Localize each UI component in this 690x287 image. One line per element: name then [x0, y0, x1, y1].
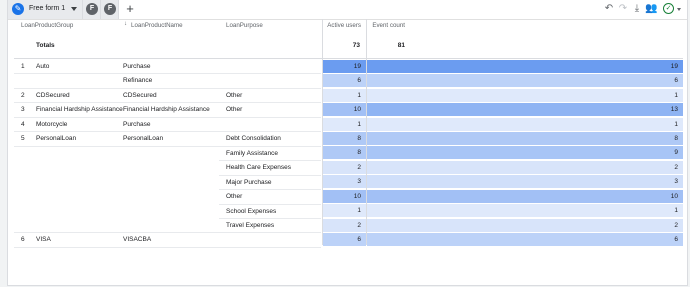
cell-loan-purpose: Other [226, 91, 243, 99]
tab-f-2-label: F [104, 3, 116, 15]
undo-icon[interactable]: ↶ [603, 3, 615, 15]
row-divider [14, 232, 321, 234]
cell-loan-purpose: Health Care Expenses [226, 164, 292, 172]
tab-free-form-1[interactable]: ✎ Free form 1 [8, 0, 83, 19]
cell-active-users: 2 [323, 218, 366, 232]
cell-event-count: 10 [367, 189, 683, 203]
cell-active-users: 6 [323, 74, 366, 88]
header-loan-product-name[interactable]: LoanProductName [131, 22, 183, 29]
cell-event-count: 2 [367, 160, 683, 174]
cell-loan-purpose: Family Assistance [226, 149, 279, 157]
cell-loan-product-name: CDSecured [123, 91, 157, 99]
row-divider [14, 116, 321, 118]
cell-active-users: 1 [323, 88, 366, 102]
cell-loan-product-group: PersonalLoan [36, 135, 77, 143]
row-divider [14, 246, 321, 248]
cell-event-count: 6 [367, 233, 683, 247]
cell-event-count: 19 [367, 59, 683, 73]
cell-active-users: 1 [323, 117, 366, 131]
cell-active-users: 10 [323, 189, 366, 203]
cell-event-count: 13 [367, 103, 683, 117]
cell-active-users: 6 [323, 233, 366, 247]
cell-active-users: 3 [323, 175, 366, 189]
totals-label: Totals [36, 42, 55, 49]
row-divider [219, 217, 321, 219]
cell-active-users: 1 [323, 204, 366, 218]
row-divider [219, 160, 321, 162]
cell-loan-purpose: Travel Expenses [226, 221, 275, 229]
redo-icon[interactable]: ↷ [617, 3, 629, 15]
cell-loan-product-name: PersonalLoan [123, 135, 164, 143]
cell-event-count: 6 [367, 74, 683, 88]
toolbar: ✎ Free form 1 F F + ↶ ↷ ⤓ 👥 ✓ [8, 0, 687, 20]
tab-f-1[interactable]: F [83, 0, 101, 19]
cell-loan-product-name: Purchase [123, 120, 151, 128]
cell-loan-product-group: Auto [36, 63, 50, 70]
row-index: 4 [21, 120, 25, 128]
totals-event-count: 81 [397, 42, 405, 49]
header-event-count[interactable]: Event count [367, 22, 405, 29]
share-icon[interactable]: 👥 [645, 3, 657, 15]
cell-event-count: 1 [367, 204, 683, 218]
download-icon[interactable]: ⤓ [631, 3, 643, 15]
row-divider [14, 73, 321, 75]
sort-arrow-icon[interactable]: ↓ [124, 21, 127, 27]
cell-loan-purpose: Debt Consolidation [226, 135, 281, 143]
cell-loan-product-name: Refinance [123, 77, 153, 85]
cell-loan-product-group: Financial Hardship Assistance [36, 106, 123, 114]
row-index: 2 [21, 91, 25, 99]
row-divider [14, 102, 321, 104]
cell-event-count: 1 [367, 88, 683, 102]
row-index: 3 [21, 106, 25, 114]
tab-label: Free form 1 [29, 5, 66, 12]
row-index: 5 [21, 135, 25, 143]
row-divider [219, 203, 321, 205]
header-loan-product-group[interactable]: LoanProductGroup [21, 22, 73, 29]
cell-loan-product-name: Financial Hardship Assistance [123, 106, 210, 114]
header-loan-purpose[interactable]: LoanPurpose [226, 22, 263, 29]
chevron-down-icon[interactable] [71, 7, 77, 11]
cell-active-users: 8 [323, 131, 366, 145]
totals-active-users: 73 [352, 42, 360, 49]
cell-active-users: 8 [323, 146, 366, 160]
row-index: 6 [21, 236, 25, 244]
tab-f-1-label: F [86, 3, 98, 15]
cell-loan-product-name: VISACBA [123, 236, 152, 244]
cell-loan-product-group: VISA [36, 236, 51, 244]
row-index: 1 [21, 63, 25, 70]
cell-loan-product-group: CDSecured [36, 91, 70, 99]
cell-active-users: 10 [323, 103, 366, 117]
row-divider [219, 189, 321, 191]
cell-event-count: 8 [367, 131, 683, 145]
add-tab-button[interactable]: + [122, 1, 138, 17]
cell-event-count: 2 [367, 218, 683, 232]
row-divider [14, 131, 321, 133]
cell-loan-purpose: Major Purchase [226, 178, 272, 186]
tab-f-2[interactable]: F [101, 0, 119, 19]
cell-event-count: 9 [367, 146, 683, 160]
cell-loan-product-group: Motorcycle [36, 120, 68, 128]
pencil-icon: ✎ [12, 3, 24, 15]
header-active-users[interactable]: Active users [323, 22, 361, 29]
row-divider [14, 87, 321, 89]
cell-loan-purpose: School Expenses [226, 207, 277, 215]
cell-event-count: 3 [367, 175, 683, 189]
cell-loan-purpose: Other [226, 193, 243, 201]
chevron-down-icon[interactable] [677, 8, 681, 11]
cell-event-count: 1 [367, 117, 683, 131]
cell-loan-product-name: Purchase [123, 63, 151, 70]
cell-active-users: 2 [323, 160, 366, 174]
row-divider [14, 145, 321, 147]
row-divider [219, 174, 321, 176]
cell-loan-purpose: Other [226, 106, 243, 114]
cell-active-users: 19 [323, 59, 366, 73]
check-circle-icon[interactable]: ✓ [663, 3, 674, 14]
report-canvas: ✎ Free form 1 F F + ↶ ↷ ⤓ 👥 ✓ LoanProduc… [7, 0, 688, 286]
